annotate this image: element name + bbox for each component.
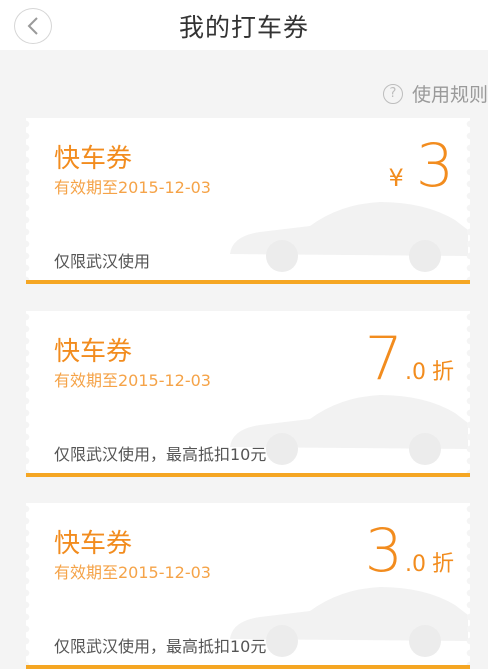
- coupon-title: 快车券: [54, 144, 133, 174]
- coupon-expiry: 有效期至2015-12-03: [54, 178, 211, 197]
- value-decimal: .0: [404, 360, 426, 385]
- value-unit: 折: [431, 360, 454, 385]
- usage-rules-label: 使用规则: [411, 84, 488, 106]
- coupon-value: ¥ 3: [389, 136, 454, 196]
- value-main: 3: [415, 131, 454, 201]
- question-icon: ?: [382, 83, 403, 104]
- top-bar: 我的打车券: [0, 0, 488, 50]
- coupon-value: 7 .0 折: [365, 329, 454, 389]
- value-decimal: .0: [404, 552, 426, 577]
- coupon-card[interactable]: 快车券 有效期至2015-12-03 3 .0 折 仅限武汉使用，最高抵扣10元: [26, 503, 470, 669]
- coupon-note: 仅限武汉使用: [54, 252, 151, 271]
- value-unit: 折: [431, 552, 454, 577]
- coupon-expiry: 有效期至2015-12-03: [54, 371, 211, 390]
- coupon-title: 快车券: [54, 529, 133, 559]
- coupon-note: 仅限武汉使用，最高抵扣10元: [54, 637, 267, 656]
- value-main: 3: [364, 516, 403, 586]
- page-title: 我的打车券: [178, 13, 309, 42]
- coupon-note: 仅限武汉使用，最高抵扣10元: [54, 445, 267, 464]
- coupon-title: 快车券: [54, 337, 133, 367]
- coupon-expiry: 有效期至2015-12-03: [54, 563, 211, 582]
- coupon-value: 3 .0 折: [365, 521, 454, 581]
- coupon-card[interactable]: 快车券 有效期至2015-12-03 7 .0 折 仅限武汉使用，最高抵扣10元: [26, 311, 470, 477]
- value-main: 7: [364, 324, 403, 394]
- currency-symbol: ¥: [388, 164, 404, 192]
- usage-rules-link[interactable]: ? 使用规则: [382, 80, 488, 107]
- coupon-card[interactable]: 快车券 有效期至2015-12-03 ¥ 3 仅限武汉使用: [26, 118, 470, 284]
